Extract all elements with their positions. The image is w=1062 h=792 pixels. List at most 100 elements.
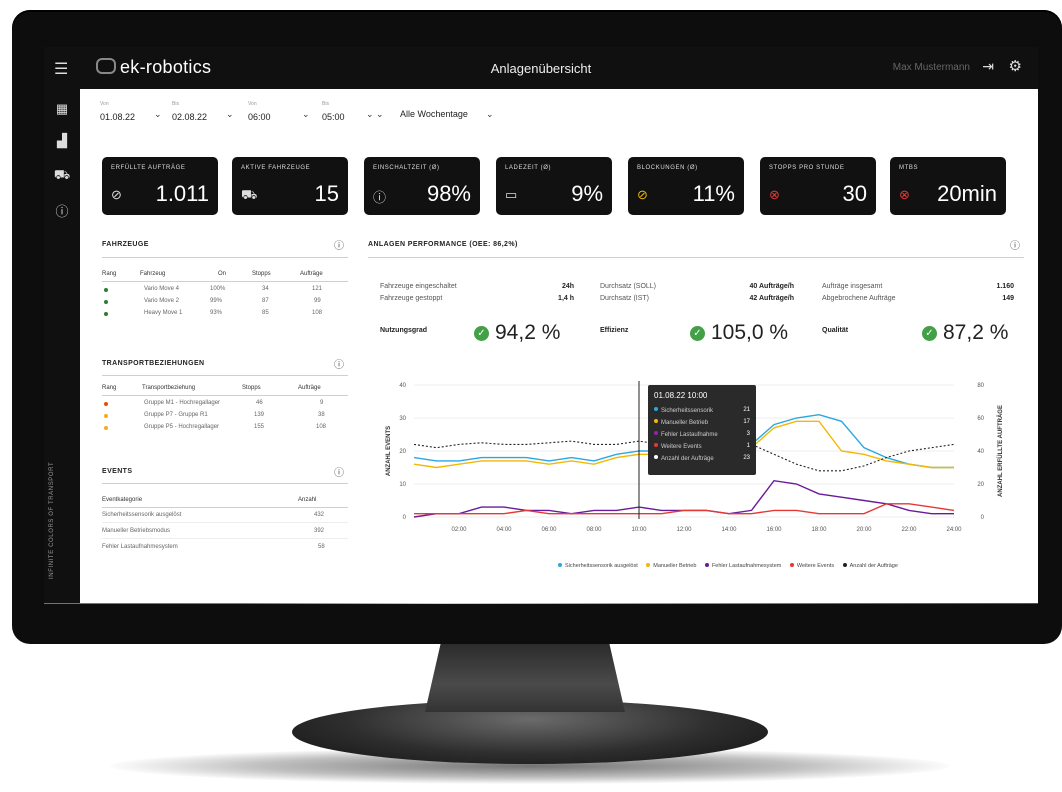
kpi-card-blockings[interactable]: BLOCKUNGEN (Ø) ⊘ 11% — [628, 157, 744, 215]
metric-label: Abgebrochene Aufträge — [822, 295, 896, 302]
x-tick-label: 12:00 — [676, 527, 692, 533]
column-header[interactable]: Stopps — [242, 385, 261, 391]
tooltip-value: 21 — [743, 407, 750, 413]
sidebar: ▦ ▟ ⛟ ⓘ INFINITE COLORS OF TRANSPORT — [44, 89, 80, 603]
kpi-card-orders[interactable]: ERFÜLLTE AUFTRÄGE ⊘ 1.011 — [102, 157, 218, 215]
vehicle-on: 93% — [210, 310, 223, 316]
info-icon[interactable]: ⓘ — [53, 201, 71, 220]
column-header[interactable]: Stopps — [252, 271, 271, 277]
metric-value: 1,4 h — [558, 295, 574, 302]
info-icon[interactable]: ⓘ — [334, 464, 344, 479]
kpi-title: AKTIVE FAHRZEUGE — [241, 165, 311, 171]
chart-icon[interactable]: ▟ — [53, 133, 71, 149]
info-icon[interactable]: ⓘ — [1010, 237, 1020, 252]
legend-dot — [654, 431, 658, 435]
series-line — [413, 479, 954, 518]
column-header[interactable]: Anzahl — [298, 497, 316, 503]
battery-icon: ▭ — [505, 187, 518, 202]
column-header[interactable]: Transportbeziehung — [142, 385, 195, 391]
column-header[interactable]: On — [218, 271, 226, 277]
column-header[interactable]: Fahrzeug — [140, 271, 165, 277]
gear-icon[interactable]: ⚙ — [1009, 57, 1022, 75]
legend-item[interactable]: Anzahl der Aufträge — [842, 563, 898, 569]
kpi-card-uptime[interactable]: EINSCHALTZEIT (Ø) ⓘ 98% — [364, 157, 480, 215]
vehicle-icon[interactable]: ⛟ — [53, 167, 71, 185]
logout-icon[interactable]: ⇥ — [982, 58, 994, 75]
filter-time-from[interactable]: Von 06:00 ⌄ — [240, 99, 314, 127]
x-tick-label: 08:00 — [586, 527, 602, 533]
info-icon[interactable]: ⓘ — [334, 237, 344, 252]
y2-axis-label: ANZAHL ERFÜLLTE AUFTRÄGE — [997, 405, 1004, 497]
column-header[interactable]: Aufträge — [298, 385, 321, 391]
rank-dot — [104, 414, 108, 418]
kpi-title: ERFÜLLTE AUFTRÄGE — [111, 165, 186, 171]
tooltip-row: Weitere Events 1 — [654, 443, 750, 450]
power-icon: ⓘ — [373, 190, 387, 205]
metric-label: Fahrzeuge eingeschaltet — [380, 283, 457, 290]
rank-dot — [104, 288, 108, 292]
legend-label: Anzahl der Aufträge — [849, 563, 898, 569]
legend-dot — [654, 407, 658, 411]
column-header[interactable]: Rang — [102, 271, 116, 277]
tooltip-label: Fehler Lastaufnahme — [661, 432, 718, 438]
event-count: 58 — [318, 544, 325, 550]
legend-dot — [654, 455, 658, 459]
filter-value: 06:00 — [248, 112, 271, 122]
kpi-title: STOPPS PRO STUNDE — [769, 165, 845, 171]
dashboard-screen: ☰ ek-robotics Anlagenübersicht Max Muste… — [44, 47, 1038, 603]
filter-weekdays[interactable]: ⌄ Alle Wochentage ⌄ — [374, 99, 504, 127]
check-circle-icon: ⊘ — [111, 187, 122, 202]
y-axis-label: ANZAHL EVENTS — [386, 426, 392, 476]
tooltip-row: Sicherheitssensorik 21 — [654, 407, 750, 414]
filter-value: 02.08.22 — [172, 112, 208, 122]
filter-date-from[interactable]: Von 01.08.22 ⌄ — [92, 99, 164, 127]
filter-label: Bis — [172, 101, 179, 107]
vehicle-name: Vario Move 4 — [144, 286, 179, 292]
legend-item[interactable]: Sicherheitssensorik ausgelöst — [558, 563, 638, 569]
dashboard-icon[interactable]: ▦ — [53, 101, 71, 117]
top-bar: ☰ ek-robotics Anlagenübersicht Max Muste… — [44, 47, 1038, 89]
event-name: Sicherheitssensorik ausgelöst — [102, 512, 182, 518]
metric-label: Durchsatz (SOLL) — [600, 283, 657, 290]
vehicle-name: Heavy Move 1 — [144, 310, 183, 316]
kpi-card-vehicles[interactable]: AKTIVE FAHRZEUGE ⛟ 15 — [232, 157, 348, 215]
divider — [102, 281, 348, 282]
legend-item[interactable]: Fehler Lastaufnahmesystem — [704, 563, 781, 569]
filter-time-to[interactable]: Bis 05:00 ⌄ — [314, 99, 374, 127]
check-circle-icon: ✓ — [474, 326, 489, 341]
page-title: Anlagenübersicht — [490, 61, 592, 76]
legend-item[interactable]: Manueller Betrieb — [646, 563, 696, 569]
legend-item[interactable]: Weitere Events — [789, 563, 834, 569]
legend-dot — [646, 563, 651, 567]
y-tick-label: 10 — [399, 482, 406, 488]
filter-label: Von — [248, 101, 257, 107]
x-tick-label: 20:00 — [856, 527, 872, 533]
metric-label: Fahrzeuge gestoppt — [380, 295, 443, 302]
kpi-card-mtbs[interactable]: MTBS ⊗ 20min — [890, 157, 1006, 215]
tooltip-title: 01.08.22 10:00 — [654, 391, 708, 400]
column-header[interactable]: Aufträge — [300, 271, 323, 277]
legend-label: Sicherheitssensorik ausgelöst — [565, 563, 638, 569]
kpi-card-stops[interactable]: STOPPS PRO STUNDE ⊗ 30 — [760, 157, 876, 215]
metric-value: 42 Aufträge/h — [749, 295, 794, 302]
info-icon[interactable]: ⓘ — [334, 356, 344, 371]
x-tick-label: 10:00 — [631, 527, 647, 533]
events-title: EVENTS — [102, 468, 133, 475]
metric-value: 40 Aufträge/h — [749, 283, 794, 290]
y2-tick-label: 60 — [977, 416, 984, 422]
chart-tooltip: 01.08.22 10:00 Sicherheitssensorik 21 Man… — [648, 385, 756, 475]
column-header[interactable]: Rang — [102, 385, 116, 391]
rank-dot — [104, 426, 108, 430]
kpi-value: 11% — [692, 181, 735, 206]
kpi-card-charging[interactable]: LADEZEIT (Ø) ▭ 9% — [496, 157, 612, 215]
quality-value: ✓ 87,2 % — [922, 321, 1008, 345]
vehicle-orders: 121 — [312, 286, 323, 292]
kpi-value: 9% — [571, 181, 603, 206]
utilization-value: ✓ 94,2 % — [474, 321, 560, 345]
user-name[interactable]: Max Mustermann — [893, 62, 970, 73]
filter-date-to[interactable]: Bis 02.08.22 ⌄ — [164, 99, 240, 127]
quality-number: 87,2 % — [943, 321, 1009, 344]
column-header[interactable]: Eventkategorie — [102, 497, 142, 503]
x-tick-label: 06:00 — [541, 527, 557, 533]
tooltip-value: 3 — [746, 431, 750, 437]
